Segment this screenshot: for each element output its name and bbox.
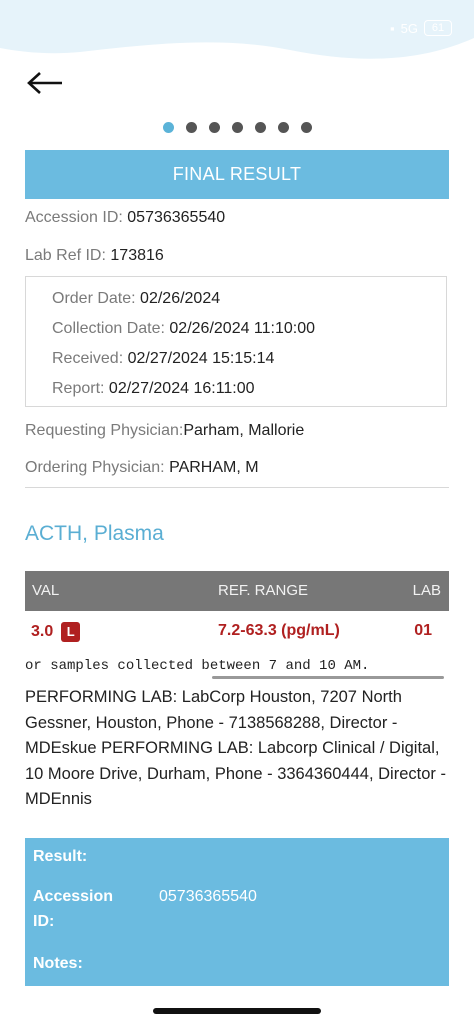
panel-accession-value: 05736365540 [159,888,257,905]
arrow-left-icon [27,72,62,94]
requesting-physician-row: Requesting Physician:Parham, Mallorie [25,422,304,440]
lab-header: LAB [412,582,441,599]
received-label: Received: [52,350,124,367]
received-row: Received: 02/27/2024 15:15:14 [52,350,274,368]
status-bar: ▪ 5G 61 [390,20,452,36]
report-value: 02/27/2024 16:11:00 [108,380,255,397]
accession-row: Accession ID: 05736365540 [25,209,225,227]
report-label: Report: [52,380,105,397]
network-label: 5G [400,20,418,36]
result-panel: Result: Accession ID: 05736365540 Notes: [25,838,449,986]
page-dot[interactable] [162,122,174,133]
page-dot[interactable] [254,122,266,133]
page-dot[interactable] [231,122,243,133]
divider [25,487,449,488]
performing-lab-text: PERFORMING LAB: LabCorp Houston, 7207 No… [25,688,446,808]
comment-line: or samples collected between 7 and 10 AM… [25,658,370,674]
ordering-physician-label: Ordering Physician: [25,459,165,476]
horizontal-scrollbar[interactable] [212,676,444,679]
requesting-physician-value: Parham, Mallorie [183,422,305,439]
val-header: VAL [32,582,60,599]
lab-value: 01 [414,622,432,639]
signal-icon: ▪ [390,20,395,36]
result-value-cell: 3.0 L [31,622,81,642]
final-result-banner: FINAL RESULT [25,150,449,199]
ordering-physician-row: Ordering Physician: PARHAM, M [25,459,259,477]
order-date-row: Order Date: 02/26/2024 [52,290,220,308]
labref-label: Lab Ref ID: [25,247,106,264]
home-indicator[interactable] [153,1008,321,1014]
accession-value: 05736365540 [127,209,226,226]
received-value: 02/27/2024 15:15:14 [127,350,275,367]
accession-label-line2: ID: [33,913,55,930]
collection-date-row: Collection Date: 02/26/2024 11:10:00 [52,320,315,338]
requesting-physician-label: Requesting Physician: [25,422,184,439]
test-name: ACTH, Plasma [25,522,164,545]
labref-value: 173816 [110,247,164,264]
page-dot[interactable] [208,122,220,133]
result-table-row: 3.0 L 7.2-63.3 (pg/mL) 01 [25,612,449,648]
header-wave-background [0,0,474,59]
collection-date-label: Collection Date: [52,320,165,337]
accession-label: Accession ID: [25,209,123,226]
notes-label: Notes: [33,955,83,972]
final-result-title: FINAL RESULT [172,164,302,184]
accession-label-line1: Accession [33,888,114,905]
ref-range-header: REF. RANGE [218,582,309,599]
collection-date-value: 02/26/2024 11:10:00 [169,320,316,337]
result-table-header: VAL REF. RANGE LAB [25,571,449,611]
labref-row: Lab Ref ID: 173816 [25,247,164,265]
page-indicator [0,122,474,133]
report-row: Report: 02/27/2024 16:11:00 [52,380,255,398]
result-value: 3.0 [31,623,54,641]
ref-range-value: 7.2-63.3 (pg/mL) [218,622,340,639]
back-button[interactable] [26,66,66,100]
dates-box: Order Date: 02/26/2024 Collection Date: … [25,276,447,407]
ordering-physician-value: PARHAM, M [169,459,259,476]
page-dot[interactable] [277,122,289,133]
low-flag-badge: L [61,622,81,642]
order-date-value: 02/26/2024 [140,290,221,307]
result-label: Result: [33,848,88,865]
page-dot[interactable] [300,122,312,133]
battery-icon: 61 [424,20,452,36]
order-date-label: Order Date: [52,290,136,307]
page-dot[interactable] [185,122,197,133]
